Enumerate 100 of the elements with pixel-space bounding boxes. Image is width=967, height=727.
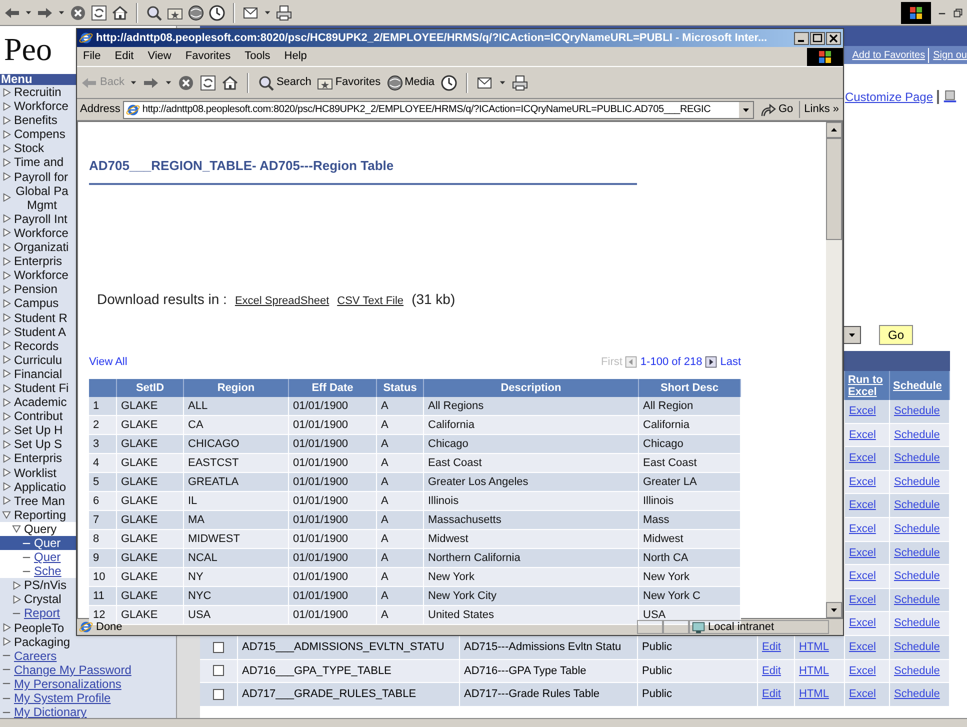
table-cell-text: GLAKE <box>121 550 158 566</box>
table-cell-text: AD715---Admissions Evltn Statu <box>464 640 622 655</box>
table-cell-text: USA <box>188 608 211 623</box>
table-cell-text: 10 <box>93 570 106 585</box>
table-cell-text: All Region <box>643 398 694 414</box>
table-cell-text: USA <box>643 608 666 623</box>
table-cell-text: New York City <box>428 588 496 604</box>
table-cell-text: 01/01/1900 <box>293 512 348 528</box>
page-range: 1-100 of 218 <box>640 354 702 370</box>
logo: Peo <box>4 31 52 67</box>
table-cell-text: A <box>381 570 388 585</box>
table-cell-text: NYC <box>188 588 212 604</box>
table-cell-text: IL <box>188 494 198 509</box>
table-cell-text: A <box>381 512 388 528</box>
table-cell-text: East Coast <box>428 456 482 471</box>
table-cell-text: 9 <box>93 550 100 566</box>
column-header: Eff Date <box>289 379 377 397</box>
table-cell-text: GLAKE <box>121 608 158 622</box>
table-cell-text: East Coast <box>643 456 697 471</box>
table-cell-text: Greater Los Angeles <box>428 474 528 490</box>
table-cell-text: North CA <box>643 550 688 566</box>
table-cell-text: 01/01/1900 <box>293 494 348 509</box>
table-cell-text: 01/01/1900 <box>293 456 348 471</box>
table-cell-text: 01/01/1900 <box>293 474 348 490</box>
table-cell-text: A <box>381 456 388 471</box>
table-cell-text: AD717---Grade Rules Table <box>464 687 600 702</box>
status-text: Done <box>96 620 122 635</box>
table-cell-text: California <box>643 418 690 433</box>
table-cell-text: GLAKE <box>121 512 158 528</box>
table-cell-text: A <box>381 398 388 414</box>
table-cell-text: AD716___GPA_TYPE_TABLE <box>242 664 392 679</box>
table-cell-text: A <box>381 418 388 433</box>
table-cell-text: A <box>381 550 388 566</box>
column-header: SetID <box>117 379 184 397</box>
table-cell-text: New York <box>643 570 690 585</box>
table-cell-text: 7 <box>93 512 100 528</box>
table-cell-text: 01/01/1900 <box>293 550 348 566</box>
table-cell-text: A <box>381 436 388 452</box>
table-cell-text: A <box>381 474 388 490</box>
zone-text: Local intranet <box>708 620 774 635</box>
table-cell-text: All Regions <box>428 398 484 414</box>
table-cell-text: GLAKE <box>121 588 158 604</box>
table-cell-text: Midwest <box>643 532 684 547</box>
column-header: Region <box>184 379 289 397</box>
table-cell-text: ALL <box>188 398 208 414</box>
table-cell-text: 12 <box>93 608 106 622</box>
table-cell-text: A <box>381 532 388 547</box>
column-header: Short Desc <box>639 379 741 397</box>
table-cell-text: 01/01/1900 <box>293 418 348 433</box>
table-cell-text: New York <box>428 570 474 585</box>
table-cell-text: Massachusetts <box>428 512 502 528</box>
table-cell-text: 1 <box>93 398 100 414</box>
table-cell-text: GREATLA <box>188 474 239 490</box>
table-cell-text: Illinois <box>428 494 459 509</box>
table-cell-text: 4 <box>93 456 100 471</box>
page-heading: AD705___REGION_TABLE- AD705---Region Table <box>89 156 637 184</box>
table-cell-text: A <box>381 494 388 509</box>
table-cell-text: 01/01/1900 <box>293 570 348 585</box>
table-cell-text: 01/01/1900 <box>293 588 348 604</box>
table-cell-text: 11 <box>93 588 104 604</box>
table-cell-text: 6 <box>93 494 100 509</box>
table-cell-text: Mass <box>643 512 670 528</box>
download-label: Download results in : <box>97 290 227 308</box>
table-cell-text: GLAKE <box>121 474 158 490</box>
table-cell-text: MIDWEST <box>188 532 240 547</box>
table-cell-text: A <box>381 588 388 604</box>
table-cell-text: California <box>428 418 474 433</box>
table-cell-text: AD717___GRADE_RULES_TABLE <box>242 687 416 702</box>
table-cell-text: Greater LA <box>643 474 697 490</box>
table-cell-text: Midwest <box>428 532 468 547</box>
table-cell-text: 8 <box>93 532 100 547</box>
table-cell-text: Chicago <box>643 436 684 452</box>
table-cell-text: United States <box>428 608 494 623</box>
column-header: Description <box>424 379 639 397</box>
table-cell-text: Public <box>642 640 672 655</box>
table-cell-text: Public <box>642 687 672 702</box>
table-cell-text: GLAKE <box>121 494 158 509</box>
table-cell-text: Northern California <box>428 550 520 566</box>
table-cell-text: 01/01/1900 <box>293 608 348 623</box>
table-cell-text: GLAKE <box>121 532 158 547</box>
table-cell-text: AD716---GPA Type Table <box>464 664 586 679</box>
table-cell-text: CA <box>188 418 204 433</box>
table-cell-text: 2 <box>93 418 100 433</box>
address-label: Address <box>80 102 120 118</box>
table-cell-text: 3 <box>93 436 100 452</box>
window-title: http://adnttp08.peoplesoft.com:8020/psc/HC89UPK2_2/EMPLOYEE/HRMS/q/?ICAction=ICQryNameURL=PUBLI - Microsoft Inter... <box>96 30 768 46</box>
table-cell-text: GLAKE <box>121 456 158 471</box>
table-cell-text: MA <box>188 512 204 528</box>
table-cell-text: Public <box>642 664 672 679</box>
file-size: (31 kb) <box>412 290 456 309</box>
table-cell-text: NCAL <box>188 550 218 566</box>
table-cell-text: GLAKE <box>121 418 158 433</box>
table-cell-text: GLAKE <box>121 436 158 452</box>
table-cell-text: Illinois <box>643 494 674 509</box>
table-cell-text: GLAKE <box>121 398 158 414</box>
table-cell-text: CHICAGO <box>188 436 240 452</box>
table-cell-text: 01/01/1900 <box>293 436 348 452</box>
table-cell-text: 5 <box>93 474 100 490</box>
table-cell-text: AD715___ADMISSIONS_EVLTN_STATU <box>242 640 444 655</box>
table-cell-text: Chicago <box>428 436 468 452</box>
